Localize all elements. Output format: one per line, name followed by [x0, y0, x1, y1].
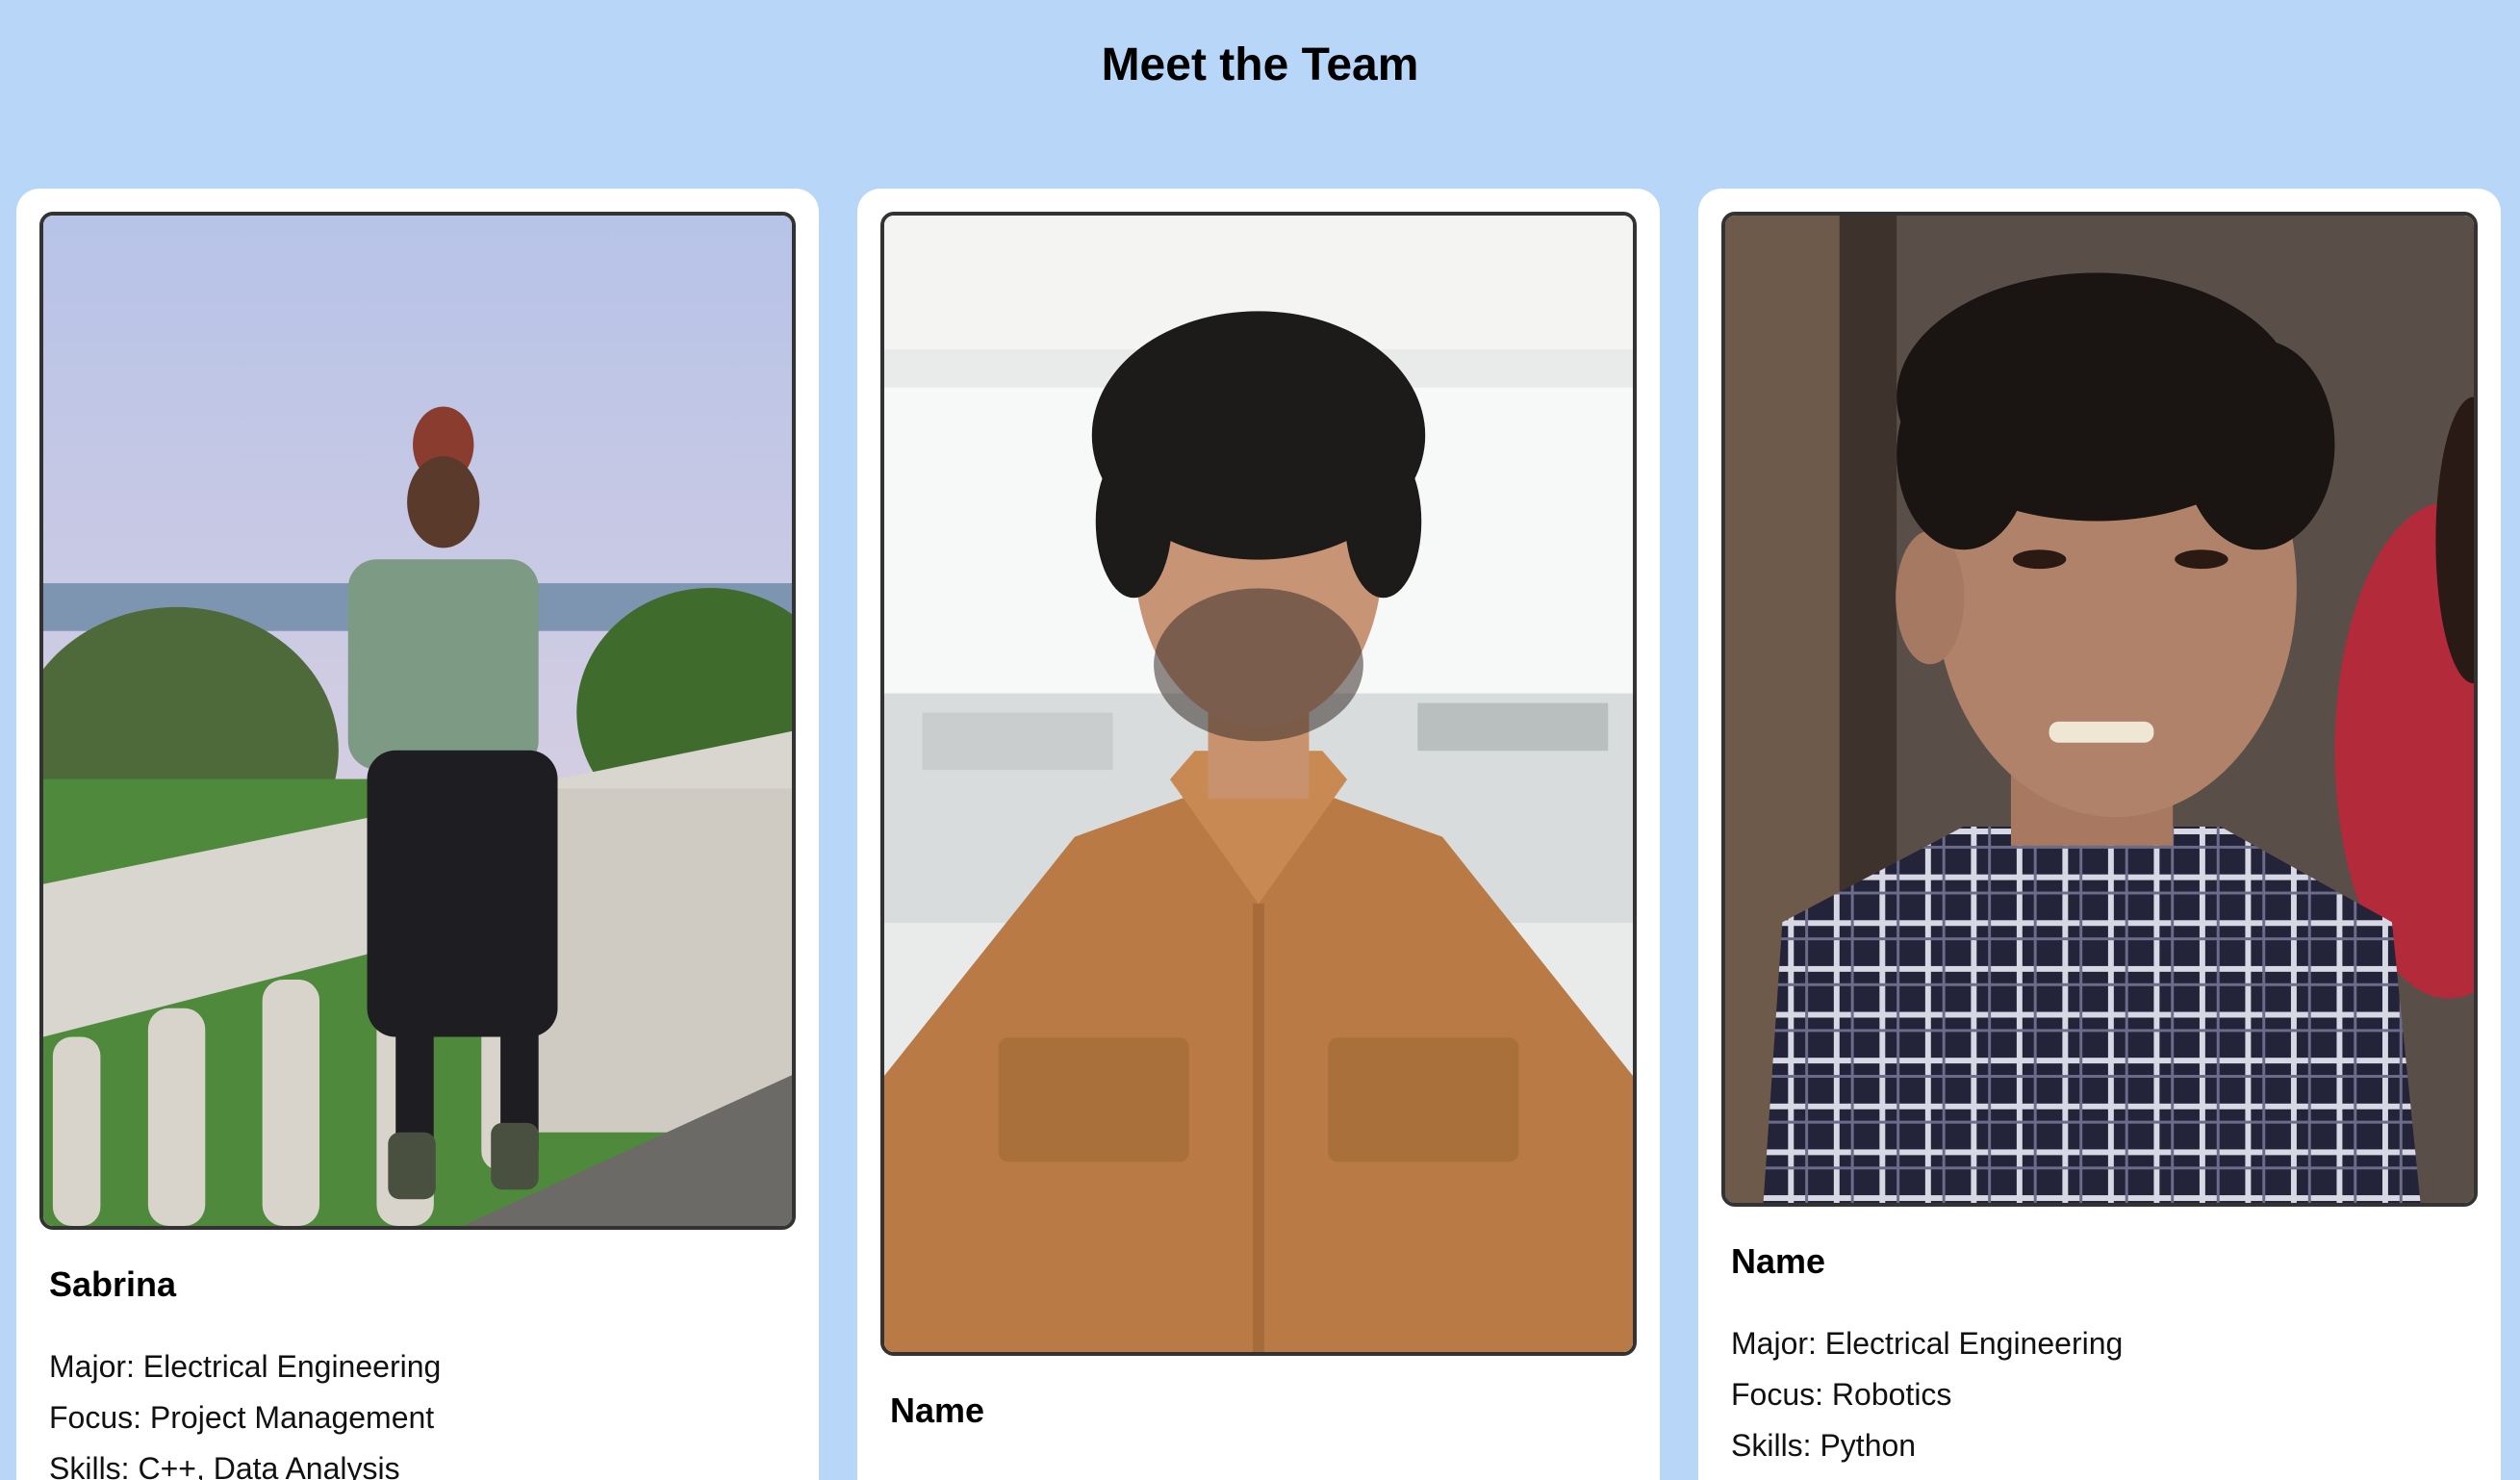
member-photo — [39, 212, 796, 1230]
member-name: Sabrina — [49, 1264, 177, 1304]
office-portrait-image — [884, 216, 1633, 1352]
team-page: Meet the Team Sabrina Major: Electrical … — [0, 0, 2520, 1480]
team-member-card: Name — [857, 189, 1660, 1480]
member-focus: Focus: Robotics — [1731, 1377, 1952, 1412]
team-member-card: Name Major: Electrical Engineering Focus… — [1698, 189, 2501, 1480]
outdoor-portrait-image — [43, 216, 792, 1226]
member-major: Major: Electrical Engineering — [49, 1349, 442, 1384]
member-skills: Skills: C++, Data Analysis — [49, 1451, 400, 1480]
team-member-card: Sabrina Major: Electrical Engineering Fo… — [16, 189, 819, 1480]
member-name: Name — [890, 1391, 985, 1430]
member-photo — [880, 212, 1637, 1356]
member-focus: Focus: Project Management — [49, 1400, 435, 1435]
indoor-portrait-image — [1725, 216, 2474, 1203]
member-name: Name — [1731, 1241, 1826, 1281]
member-details: Major: Electrical Engineering Focus: Pro… — [49, 1341, 441, 1480]
page-title: Meet the Team — [1101, 39, 1419, 90]
member-details: Major: Electrical Engineering Focus: Rob… — [1731, 1318, 2123, 1471]
member-major: Major: Electrical Engineering — [1731, 1326, 2124, 1361]
member-skills: Skills: Python — [1731, 1428, 1917, 1463]
member-photo — [1721, 212, 2478, 1207]
